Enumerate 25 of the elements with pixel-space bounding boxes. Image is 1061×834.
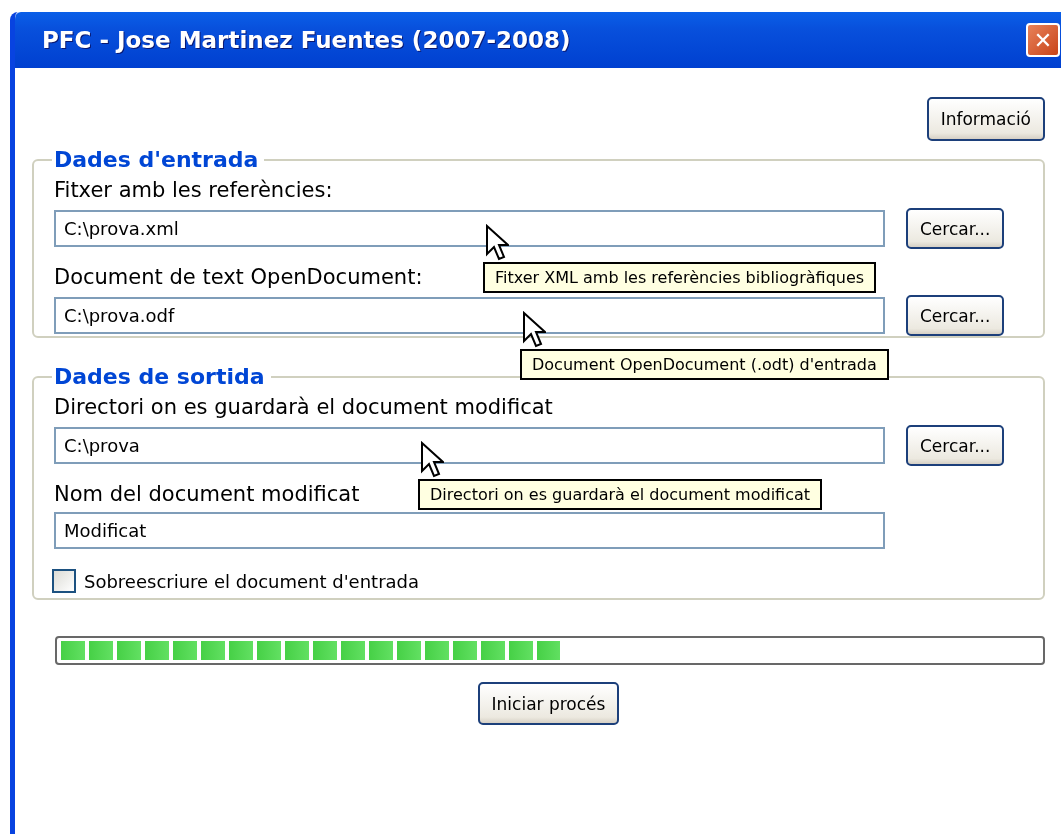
path-field[interactable]: Modificat: [54, 512, 885, 549]
checkbox-label: Sobreescriure el document d'entrada: [84, 570, 420, 592]
field-label: Nom del document modificat: [54, 481, 360, 508]
browse-button[interactable]: Cercar...: [906, 295, 1005, 336]
cursor-icon: [420, 441, 444, 479]
field-label: Directori on es guardarà el document modificat: [54, 394, 553, 421]
path-field[interactable]: C:\prova.odf: [54, 297, 885, 334]
start-button[interactable]: Iniciar procés: [477, 682, 620, 725]
cursor-icon: [485, 224, 509, 262]
browse-button[interactable]: Cercar...: [906, 208, 1005, 249]
info-button[interactable]: Informació: [926, 97, 1045, 141]
path-field[interactable]: C:\prova: [54, 427, 885, 464]
browse-button[interactable]: Cercar...: [906, 425, 1005, 466]
tooltip: Directori on es guardarà el document modificat: [418, 479, 823, 510]
checkbox[interactable]: [52, 569, 76, 593]
tooltip: Fitxer XML amb les referències bibliogràfiques: [483, 262, 877, 293]
group-title: Dades de sortida: [53, 364, 266, 389]
window-title: PFC - Jose Martinez Fuentes (2007-2008): [42, 27, 571, 53]
tooltip: Document OpenDocument (.odt) d'entrada: [520, 349, 889, 380]
group-title: Dades d'entrada: [53, 147, 260, 172]
path-field[interactable]: C:\prova.xml: [54, 210, 885, 247]
field-label: Document de text OpenDocument:: [54, 264, 423, 291]
field-label: Fitxer amb les referències:: [54, 177, 333, 204]
close-button[interactable]: ✕: [1026, 23, 1060, 57]
cursor-icon: [522, 311, 546, 349]
